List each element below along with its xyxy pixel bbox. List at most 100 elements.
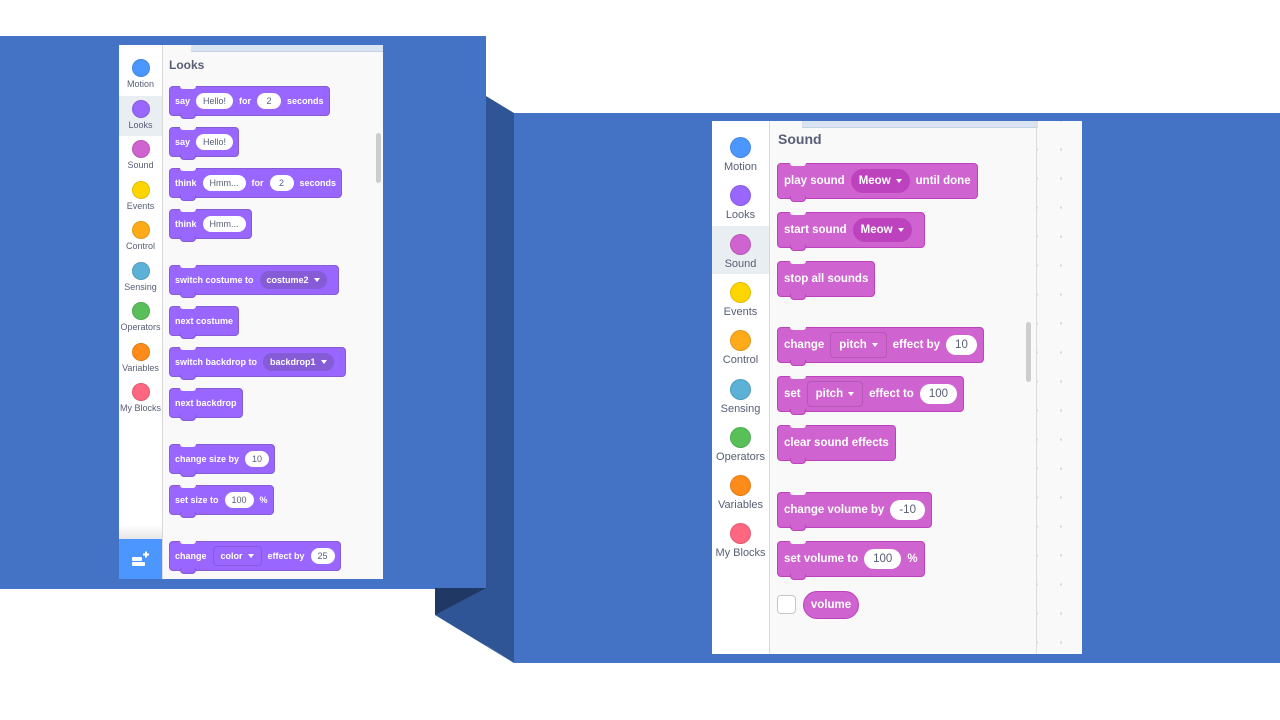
block-text: change size by — [175, 454, 240, 464]
category-label: Looks — [725, 209, 756, 222]
block-input[interactable]: 100 — [864, 549, 902, 569]
category-events[interactable]: Events — [119, 177, 162, 217]
code-block[interactable]: think Hmm... for 2 seconds — [169, 168, 343, 201]
block-text: for — [251, 178, 264, 188]
category-events[interactable]: Events — [712, 274, 769, 322]
motion-category-icon — [730, 137, 751, 158]
category-label: Operators — [716, 450, 765, 463]
block-input[interactable]: Hello! — [196, 134, 234, 150]
category-operators[interactable]: Operators — [712, 419, 769, 467]
block-text: next costume — [175, 316, 234, 326]
block-dropdown[interactable]: pitch — [830, 332, 887, 358]
block-text: seconds — [287, 96, 324, 106]
dropdown-value: color — [220, 551, 243, 561]
block-input[interactable]: Hmm... — [202, 175, 246, 191]
code-block[interactable]: switch costume to costume2 — [169, 265, 339, 298]
category-sound[interactable]: Sound — [712, 225, 769, 274]
category-label: Operators — [120, 322, 161, 332]
block-input[interactable]: 2 — [257, 93, 282, 109]
code-block[interactable]: change pitch effect by 10 — [777, 327, 984, 366]
dropdown-value: backdrop1 — [270, 357, 316, 367]
motion-category-icon — [131, 59, 150, 77]
code-workspace[interactable] — [1037, 121, 1082, 654]
block-text: play sound — [784, 175, 845, 187]
code-block[interactable]: set volume to 100% — [777, 541, 925, 580]
category-operators[interactable]: Operators — [119, 298, 162, 338]
sound-category-icon — [730, 233, 751, 255]
code-block[interactable]: clear sound effects — [777, 425, 896, 464]
category-variables[interactable]: Variables — [119, 339, 162, 379]
block-dropdown[interactable]: Meow — [850, 169, 910, 193]
block-text: stop all sounds — [784, 273, 869, 285]
code-block[interactable]: think Hmm... — [169, 209, 252, 242]
dropdown-value: Meow — [860, 224, 893, 236]
category-looks[interactable]: Looks — [119, 95, 162, 136]
block-dropdown[interactable]: color — [212, 546, 262, 566]
category-label: Variables — [717, 499, 764, 512]
block-dropdown[interactable]: costume2 — [259, 271, 327, 289]
caret-down-icon — [897, 228, 904, 232]
block-palette: Looks say Hello! for 2 seconds say Hello! think… — [163, 45, 383, 579]
dropdown-value: pitch — [815, 388, 844, 400]
category-sensing[interactable]: Sensing — [712, 371, 769, 419]
volume-monitor-checkbox[interactable] — [777, 595, 796, 614]
menu-fade — [119, 525, 162, 539]
add-extension-button[interactable] — [119, 539, 162, 579]
code-block[interactable]: play sound Meow until done — [777, 163, 978, 202]
volume-reporter-block[interactable]: volume — [803, 591, 859, 619]
block-input[interactable]: 10 — [245, 451, 270, 467]
category-control[interactable]: Control — [712, 322, 769, 370]
block-input[interactable]: 100 — [919, 384, 958, 404]
category-motion[interactable]: Motion — [712, 129, 769, 177]
block-dropdown[interactable]: Meow — [852, 218, 912, 242]
code-block[interactable]: next costume — [169, 306, 240, 339]
code-block[interactable]: set pitch effect to 100 — [777, 376, 965, 415]
block-text: change — [784, 339, 825, 351]
block-input[interactable]: 10 — [946, 335, 977, 355]
code-block[interactable]: next backdrop — [169, 388, 243, 421]
code-block[interactable]: change volume by -10 — [777, 492, 932, 531]
code-block[interactable]: stop all sounds — [777, 261, 876, 300]
category-motion[interactable]: Motion — [119, 55, 162, 95]
code-block[interactable]: start sound Meow — [777, 212, 925, 251]
code-block[interactable]: say Hello! — [169, 127, 240, 160]
block-input[interactable]: Hello! — [196, 93, 234, 109]
block-input[interactable]: 100 — [224, 492, 254, 508]
sensing-category-icon — [730, 378, 751, 400]
palette-scrollbar[interactable] — [376, 133, 381, 183]
category-looks[interactable]: Looks — [712, 177, 769, 225]
code-block[interactable]: say Hello! for 2 seconds — [169, 86, 330, 119]
control-category-icon — [730, 330, 751, 352]
category-label: Sound — [127, 160, 154, 170]
my_blocks-category-icon — [730, 523, 751, 545]
block-dropdown[interactable]: backdrop1 — [263, 353, 334, 371]
category-my_blocks[interactable]: My Blocks — [119, 379, 162, 419]
palette-scrollbar[interactable] — [1026, 322, 1031, 382]
category-variables[interactable]: Variables — [712, 467, 769, 515]
block-input[interactable]: 25 — [310, 548, 335, 564]
block-text: for — [239, 96, 252, 106]
block-text: clear sound effects — [784, 437, 889, 449]
category-control[interactable]: Control — [119, 217, 162, 257]
block-text: set — [784, 388, 801, 400]
block-input[interactable]: -10 — [890, 500, 925, 520]
block-input[interactable]: 2 — [269, 175, 294, 191]
category-label: Variables — [122, 362, 159, 373]
code-block[interactable]: set size to 100% — [169, 485, 274, 518]
code-block[interactable]: change color effect by 25 — [169, 541, 341, 574]
code-block[interactable]: change size by 10 — [169, 444, 276, 477]
block-dropdown[interactable]: pitch — [806, 381, 864, 407]
category-my_blocks[interactable]: My Blocks — [712, 515, 769, 563]
block-input[interactable]: Hmm... — [202, 216, 246, 232]
category-title: Looks — [169, 58, 205, 72]
category-menu: Motion Looks Sound Events Control Sensing Oper… — [712, 121, 770, 654]
block-text: % — [907, 553, 918, 565]
block-text: switch costume to — [175, 275, 254, 285]
category-sound[interactable]: Sound — [119, 136, 162, 176]
code-block[interactable]: switch backdrop to backdrop1 — [169, 347, 346, 380]
block-text: change volume by — [784, 504, 885, 516]
variables-category-icon — [730, 475, 751, 497]
category-label: Control — [125, 241, 155, 251]
block-text: effect by — [892, 339, 941, 351]
category-sensing[interactable]: Sensing — [119, 258, 162, 298]
